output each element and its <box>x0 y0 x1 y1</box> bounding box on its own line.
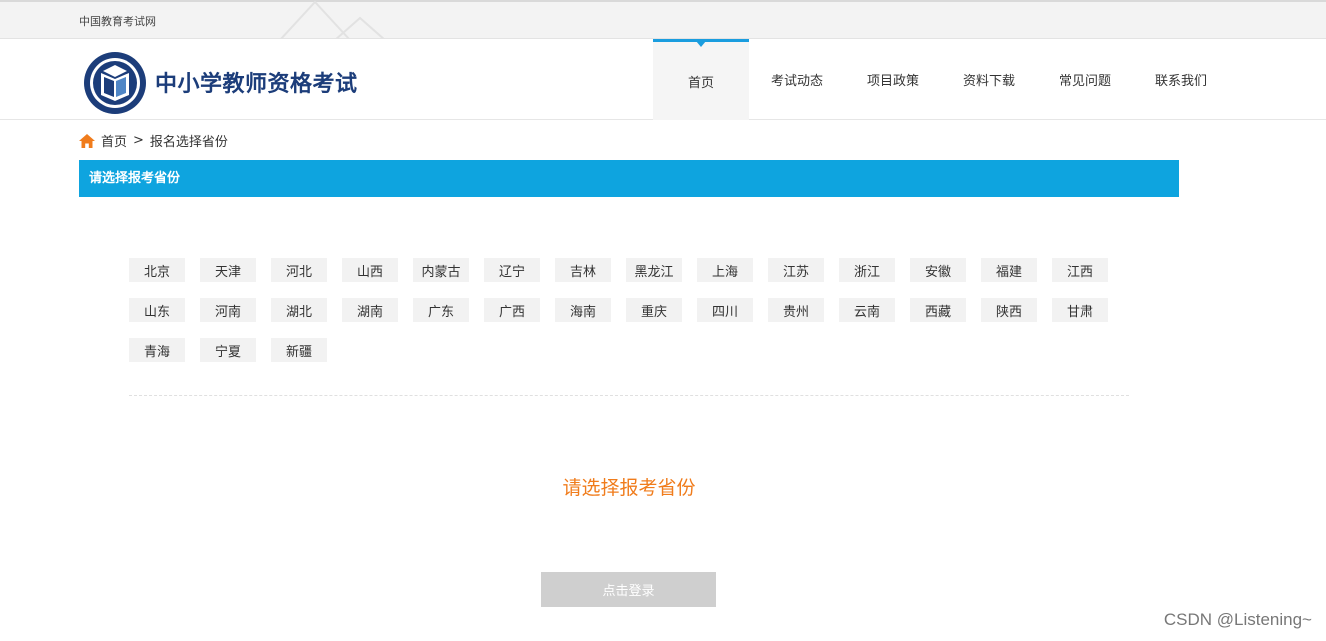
breadcrumb-home-link[interactable]: 首页 <box>101 131 127 150</box>
home-icon <box>79 133 95 148</box>
nav-faq[interactable]: 常见问题 <box>1037 39 1133 120</box>
breadcrumb-separator: > <box>133 133 144 148</box>
province-button[interactable]: 江西 <box>1052 258 1108 282</box>
select-province-prompt: 请选择报考省份 <box>562 477 696 499</box>
province-button[interactable]: 浙江 <box>839 258 895 282</box>
province-button[interactable]: 上海 <box>697 258 753 282</box>
main-nav: 首页 考试动态 项目政策 资料下载 常见问题 联系我们 <box>653 39 1229 120</box>
nav-label: 联系我们 <box>1154 74 1207 89</box>
province-button[interactable]: 四川 <box>697 298 753 322</box>
top-bar: 中国教育考试网 <box>0 0 1326 40</box>
nav-label: 资料下载 <box>962 74 1015 89</box>
nav-contact[interactable]: 联系我们 <box>1133 39 1229 120</box>
province-button[interactable]: 广西 <box>484 298 540 322</box>
province-button[interactable]: 宁夏 <box>200 338 256 362</box>
province-button[interactable]: 重庆 <box>626 298 682 322</box>
province-button[interactable]: 陕西 <box>981 298 1037 322</box>
province-button[interactable]: 辽宁 <box>484 258 540 282</box>
nav-label: 常见问题 <box>1058 74 1111 89</box>
brand-title[interactable]: 中小学教师资格考试 <box>155 66 358 98</box>
breadcrumb: 首页 > 报名选择省份 <box>79 131 228 150</box>
province-button[interactable]: 天津 <box>200 258 256 282</box>
nav-label: 项目政策 <box>866 74 919 89</box>
province-button[interactable]: 贵州 <box>768 298 824 322</box>
nav-exam-news[interactable]: 考试动态 <box>749 39 845 120</box>
watermark: CSDN @Listening~ <box>1163 610 1312 629</box>
province-button[interactable]: 西藏 <box>910 298 966 322</box>
province-button[interactable]: 山西 <box>342 258 398 282</box>
province-button[interactable]: 广东 <box>413 298 469 322</box>
nav-home[interactable]: 首页 <box>653 39 749 120</box>
nav-label: 考试动态 <box>770 74 823 89</box>
province-button[interactable]: 河北 <box>271 258 327 282</box>
province-button[interactable]: 云南 <box>839 298 895 322</box>
province-button[interactable]: 青海 <box>129 338 185 362</box>
nav-label: 首页 <box>687 75 714 91</box>
active-caret-icon <box>696 41 706 47</box>
dashed-divider <box>129 395 1129 396</box>
province-button[interactable]: 江苏 <box>768 258 824 282</box>
province-button[interactable]: 黑龙江 <box>626 258 682 282</box>
province-button[interactable]: 北京 <box>129 258 185 282</box>
province-button[interactable]: 福建 <box>981 258 1037 282</box>
province-button[interactable]: 海南 <box>555 298 611 322</box>
breadcrumb-current: 报名选择省份 <box>149 135 228 150</box>
province-button[interactable]: 内蒙古 <box>413 258 469 282</box>
panel-title: 请选择报考省份 <box>79 160 1179 197</box>
header: 中小学教师资格考试 首页 考试动态 项目政策 资料下载 常见问题 联系我们 <box>0 39 1326 120</box>
province-button[interactable]: 新疆 <box>271 338 327 362</box>
nav-downloads[interactable]: 资料下载 <box>941 39 1037 120</box>
province-button[interactable]: 甘肃 <box>1052 298 1108 322</box>
province-button[interactable]: 湖南 <box>342 298 398 322</box>
mountain-decoration-icon <box>280 0 386 40</box>
province-button[interactable]: 河南 <box>200 298 256 322</box>
province-button[interactable]: 安徽 <box>910 258 966 282</box>
province-button[interactable]: 山东 <box>129 298 185 322</box>
login-button[interactable]: 点击登录 <box>541 572 716 607</box>
nav-policies[interactable]: 项目政策 <box>845 39 941 120</box>
province-button[interactable]: 湖北 <box>271 298 327 322</box>
exam-logo-icon[interactable] <box>83 51 147 115</box>
province-button[interactable]: 吉林 <box>555 258 611 282</box>
site-name[interactable]: 中国教育考试网 <box>79 13 156 29</box>
